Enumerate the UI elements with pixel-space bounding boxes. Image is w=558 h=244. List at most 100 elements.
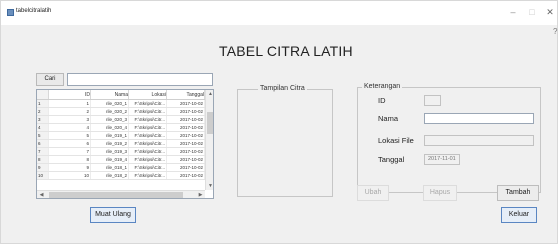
name-cell[interactable]: rile_020_1 <box>91 100 129 107</box>
date-cell[interactable]: 2017-10-02 <box>167 164 205 171</box>
date-label: Tanggal <box>378 155 405 164</box>
name-cell[interactable]: rile_019_3 <box>91 148 129 155</box>
exit-button[interactable]: Keluar <box>501 207 537 223</box>
reload-button[interactable]: Muat Ulang <box>90 207 136 223</box>
table-row[interactable]: 8 8 rile_019_4 F:\Skripsi\Citr... 2017-10-02 <box>37 156 205 164</box>
location-cell[interactable]: F:\Skripsi\Citr... <box>129 108 167 115</box>
date-cell[interactable]: 2017-10-02 <box>167 116 205 123</box>
date-cell[interactable]: 2017-10-02 <box>167 124 205 131</box>
header-tanggal[interactable]: Tanggal <box>167 90 205 99</box>
maximize-button[interactable]: □ <box>525 6 539 18</box>
table-row[interactable]: 6 6 rile_019_2 F:\Skripsi\Citr... 2017-10-02 <box>37 140 205 148</box>
location-cell[interactable]: F:\Skripsi\Citr... <box>129 132 167 139</box>
info-panel: Keterangan ID Nama Lokasi File Tanggal 2… <box>357 83 541 193</box>
header-nama[interactable]: Nama <box>91 90 129 99</box>
id-cell[interactable]: 9 <box>49 164 91 171</box>
name-cell[interactable]: rile_020_4 <box>91 124 129 131</box>
location-cell[interactable]: F:\Skripsi\Citr... <box>129 100 167 107</box>
name-cell[interactable]: rile_020_3 <box>91 116 129 123</box>
search-button[interactable]: Cari <box>36 73 64 86</box>
table-row[interactable]: 10 10 rile_018_2 F:\Skripsi\Citr... 2017-10-… <box>37 172 205 180</box>
date-cell[interactable]: 2017-10-02 <box>167 156 205 163</box>
file-location-label: Lokasi File <box>378 136 414 145</box>
id-cell[interactable]: 6 <box>49 140 91 147</box>
id-cell[interactable]: 8 <box>49 156 91 163</box>
table-row[interactable]: 5 5 rile_019_1 F:\Skripsi\Citr... 2017-10-02 <box>37 132 205 140</box>
name-field[interactable] <box>424 113 534 124</box>
id-cell[interactable]: 10 <box>49 172 91 179</box>
id-cell[interactable]: 2 <box>49 108 91 115</box>
location-cell[interactable]: F:\Skripsi\Citr... <box>129 156 167 163</box>
scroll-up-icon[interactable]: ▲ <box>206 90 213 98</box>
row-number-cell[interactable]: 3 <box>37 116 49 123</box>
id-cell[interactable]: 1 <box>49 100 91 107</box>
scroll-right-icon[interactable]: ▶ <box>196 191 205 198</box>
location-cell[interactable]: F:\Skripsi\Citr... <box>129 140 167 147</box>
table-row[interactable]: 4 4 rile_020_4 F:\Skripsi\Citr... 2017-10-02 <box>37 124 205 132</box>
row-number-cell[interactable]: 6 <box>37 140 49 147</box>
id-field[interactable] <box>424 95 441 106</box>
date-cell[interactable]: 2017-10-02 <box>167 100 205 107</box>
horizontal-scroll-thumb[interactable] <box>49 192 183 198</box>
app-window: tabelcitralatih – □ ✕ ? TABEL CITRA LATI… <box>0 0 558 244</box>
row-number-cell[interactable]: 2 <box>37 108 49 115</box>
image-preview-label: Tampilan Citra <box>258 85 307 92</box>
location-cell[interactable]: F:\Skripsi\Citr... <box>129 164 167 171</box>
row-number-cell[interactable]: 7 <box>37 148 49 155</box>
date-cell[interactable]: 2017-10-02 <box>167 148 205 155</box>
table-row[interactable]: 7 7 rile_019_3 F:\Skripsi\Citr... 2017-10-02 <box>37 148 205 156</box>
id-cell[interactable]: 3 <box>49 116 91 123</box>
minimize-button[interactable]: – <box>506 6 520 18</box>
info-panel-label: Keterangan <box>362 83 403 90</box>
location-cell[interactable]: F:\Skripsi\Citr... <box>129 124 167 131</box>
name-cell[interactable]: rile_019_4 <box>91 156 129 163</box>
date-cell[interactable]: 2017-10-02 <box>167 132 205 139</box>
data-table[interactable]: ID Nama Lokasi Tanggal 1 1 rile_020_1 F:\Sk… <box>36 89 214 199</box>
id-cell[interactable]: 5 <box>49 132 91 139</box>
date-field[interactable]: 2017-11-01 <box>424 154 460 165</box>
name-cell[interactable]: rile_019_2 <box>91 140 129 147</box>
date-cell[interactable]: 2017-10-02 <box>167 172 205 179</box>
id-label: ID <box>378 96 386 105</box>
location-cell[interactable]: F:\Skripsi\Citr... <box>129 116 167 123</box>
add-button[interactable]: Tambah <box>497 185 539 201</box>
help-icon[interactable]: ? <box>553 27 557 36</box>
row-number-cell[interactable]: 4 <box>37 124 49 131</box>
vertical-scrollbar[interactable]: ▲ ▼ <box>205 90 213 190</box>
name-cell[interactable]: rile_019_1 <box>91 132 129 139</box>
name-label: Nama <box>378 114 399 123</box>
scroll-left-icon[interactable]: ◀ <box>37 191 46 198</box>
location-cell[interactable]: F:\Skripsi\Citr... <box>129 148 167 155</box>
table-row[interactable]: 9 9 rile_018_1 F:\Skripsi\Citr... 2017-10-02 <box>37 164 205 172</box>
row-number-cell[interactable]: 5 <box>37 132 49 139</box>
row-number-cell[interactable]: 8 <box>37 156 49 163</box>
search-input[interactable] <box>67 73 213 86</box>
table-body: 1 1 rile_020_1 F:\Skripsi\Citr... 2017-10-02… <box>37 100 205 180</box>
row-number-cell[interactable]: 10 <box>37 172 49 179</box>
close-button[interactable]: ✕ <box>543 6 557 18</box>
date-cell[interactable]: 2017-10-02 <box>167 140 205 147</box>
table-row[interactable]: 3 3 rile_020_3 F:\Skripsi\Citr... 2017-10-02 <box>37 116 205 124</box>
delete-button[interactable]: Hapus <box>423 185 457 201</box>
table-row[interactable]: 2 2 rile_020_2 F:\Skripsi\Citr... 2017-10-02 <box>37 108 205 116</box>
vertical-scroll-thumb[interactable] <box>207 112 213 134</box>
row-number-cell[interactable]: 9 <box>37 164 49 171</box>
date-cell[interactable]: 2017-10-02 <box>167 108 205 115</box>
title-bar[interactable]: tabelcitralatih – □ ✕ <box>1 1 557 25</box>
id-cell[interactable]: 4 <box>49 124 91 131</box>
image-preview-panel: Tampilan Citra <box>237 85 333 197</box>
name-cell[interactable]: rile_018_1 <box>91 164 129 171</box>
window-title: tabelcitralatih <box>16 8 52 14</box>
row-number-cell[interactable]: 1 <box>37 100 49 107</box>
header-id[interactable]: ID <box>49 90 91 99</box>
id-cell[interactable]: 7 <box>49 148 91 155</box>
location-cell[interactable]: F:\Skripsi\Citr... <box>129 172 167 179</box>
name-cell[interactable]: rile_018_2 <box>91 172 129 179</box>
name-cell[interactable]: rile_020_2 <box>91 108 129 115</box>
edit-button[interactable]: Ubah <box>357 185 389 201</box>
horizontal-scrollbar[interactable]: ◀ ▶ <box>37 190 205 198</box>
table-row[interactable]: 1 1 rile_020_1 F:\Skripsi\Citr... 2017-10-02 <box>37 100 205 108</box>
header-lokasi[interactable]: Lokasi <box>129 90 167 99</box>
file-location-field[interactable] <box>424 135 534 146</box>
scroll-down-icon[interactable]: ▼ <box>206 182 213 190</box>
